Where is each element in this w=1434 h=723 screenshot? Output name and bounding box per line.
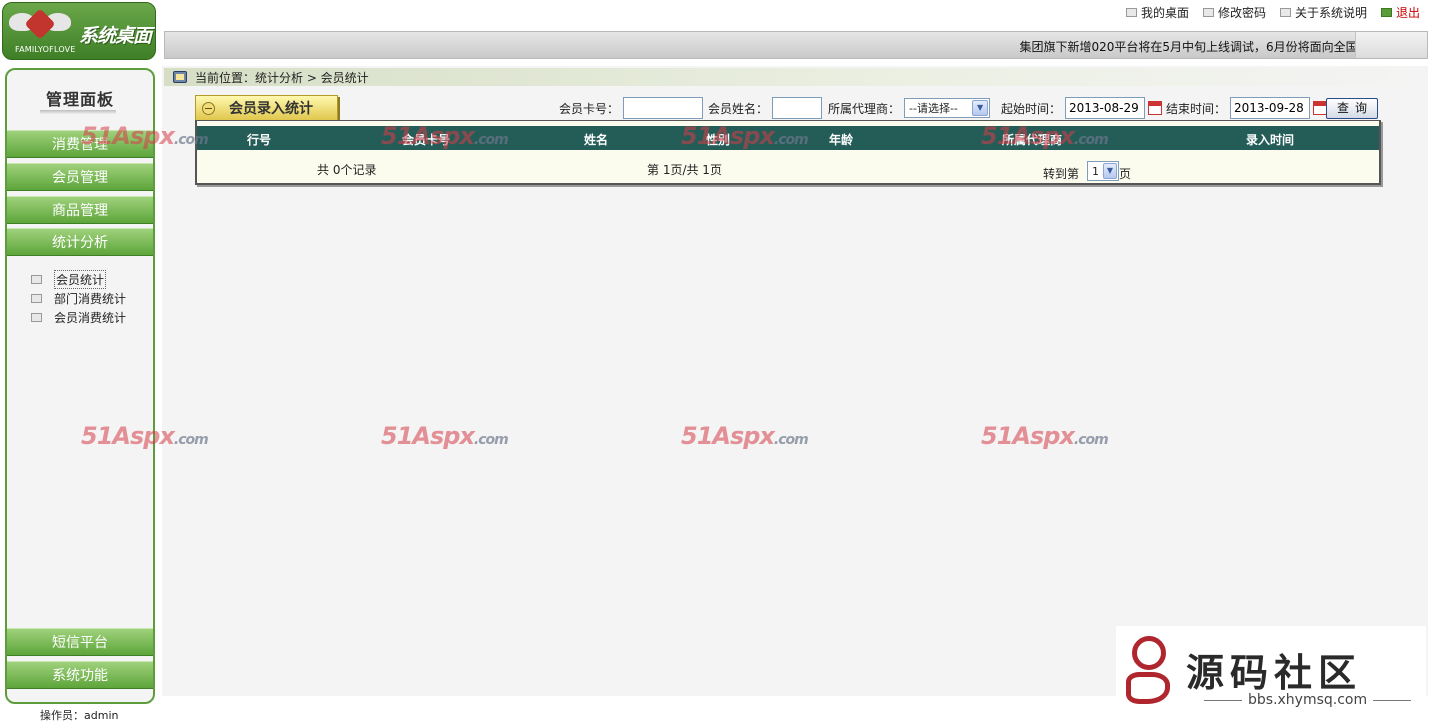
column-header-name[interactable]: 姓名	[584, 131, 608, 148]
goto-page-suffix: 页	[1119, 167, 1132, 181]
app-window: FAMILYOFLOVE 系统桌面 我的桌面 修改密码 关于系统说明 退出 集团…	[0, 0, 1434, 723]
announcement-bar: 集团旗下新增020平台将在5月中旬上线调试，6月份将面向全国推广。i	[164, 31, 1428, 59]
link-my-desktop[interactable]: 我的桌面	[1125, 4, 1189, 21]
agent-label: 所属代理商：	[828, 101, 901, 116]
card-number-label: 会员卡号：	[559, 101, 620, 116]
department-stats-icon	[31, 294, 42, 303]
location-icon	[173, 71, 187, 83]
menu-sms-platform[interactable]: 短信平台	[7, 628, 153, 656]
statistics-submenu: 会员统计 部门消费统计 会员消费统计	[31, 270, 126, 327]
record-count: 共 0个记录	[317, 163, 377, 177]
watermark: 51Aspx.com	[681, 122, 809, 150]
member-name-field-group: 会员姓名：	[708, 97, 823, 119]
corner-logo-title: 源码社区	[1186, 651, 1363, 695]
desktop-icon	[1125, 7, 1137, 17]
submenu-department-stats[interactable]: 部门消费统计	[31, 289, 126, 308]
announcement-text: 集团旗下新增020平台将在5月中旬上线调试，6月份将面向全国推广。i	[1019, 40, 1397, 54]
operator-label: 操作员：admin	[40, 709, 119, 722]
page-info: 第 1页/共 1页	[647, 163, 722, 177]
chevron-down-icon: ▼	[1103, 163, 1117, 179]
goto-page-select[interactable]: 1 ▼	[1087, 161, 1119, 181]
sidebar-title-underline	[40, 110, 116, 114]
breadcrumb: 当前位置：统计分析 > 会员统计	[164, 68, 1428, 86]
goto-page-label: 转到第	[1043, 167, 1080, 181]
section-tab[interactable]: 会员录入统计	[195, 95, 338, 121]
start-date-label: 起始时间：	[1001, 101, 1062, 116]
chevron-down-icon: ▼	[972, 100, 989, 116]
collapse-icon[interactable]	[202, 101, 215, 115]
column-header-age[interactable]: 年龄	[829, 131, 853, 148]
logo-title: 系统桌面	[79, 25, 152, 47]
watermark: 51Aspx.com	[981, 422, 1109, 450]
watermark: 51Aspx.com	[381, 122, 509, 150]
corner-logo-url: bbs.xhymsq.com	[1198, 692, 1417, 708]
menu-members[interactable]: 会员管理	[7, 163, 153, 191]
end-date-label: 结束时间：	[1166, 101, 1227, 116]
seal-icon	[1126, 636, 1172, 706]
column-header-row-number[interactable]: 行号	[247, 131, 271, 148]
app-logo[interactable]: FAMILYOFLOVE 系统桌面	[2, 2, 156, 60]
watermark: 51Aspx.com	[81, 122, 209, 150]
end-date-input[interactable]	[1230, 97, 1311, 119]
member-name-input[interactable]	[772, 97, 823, 119]
password-icon	[1202, 7, 1214, 17]
submenu-member-stats[interactable]: 会员统计	[31, 270, 126, 289]
query-button-wrap: 查询	[1326, 97, 1378, 119]
member-name-label: 会员姓名：	[708, 101, 769, 116]
query-button[interactable]: 查询	[1326, 97, 1378, 119]
menu-system-functions[interactable]: 系统功能	[7, 661, 153, 689]
sidebar: 管理面板 消费管理 会员管理 商品管理 统计分析 会员统计 部门消费统计 会员消…	[5, 68, 155, 704]
agent-field-group: 所属代理商： --请选择-- ▼	[828, 97, 991, 119]
breadcrumb-text: 当前位置：统计分析 > 会员统计	[195, 70, 369, 85]
logo-subtitle: FAMILYOFLOVE	[15, 45, 76, 54]
link-change-password[interactable]: 修改密码	[1202, 4, 1266, 21]
link-about-system[interactable]: 关于系统说明	[1279, 4, 1367, 21]
column-header-entry-time[interactable]: 录入时间	[1246, 131, 1294, 148]
section-title: 会员录入统计	[229, 101, 313, 117]
corner-site-logo: 源码社区 bbs.xhymsq.com	[1116, 626, 1426, 718]
info-icon	[1279, 7, 1291, 17]
menu-products[interactable]: 商品管理	[7, 196, 153, 224]
calendar-icon[interactable]	[1313, 101, 1328, 115]
submenu-member-consumption-stats[interactable]: 会员消费统计	[31, 308, 126, 327]
member-stats-icon	[31, 275, 42, 284]
watermark: 51Aspx.com	[381, 422, 509, 450]
table-pager: 共 0个记录 第 1页/共 1页 转到第 1 ▼ 页	[197, 157, 1379, 181]
member-consumption-icon	[31, 313, 42, 322]
start-date-input[interactable]	[1065, 97, 1146, 119]
link-logout[interactable]: 退出	[1380, 4, 1420, 21]
sidebar-title: 管理面板	[45, 90, 114, 109]
card-number-field-group: 会员卡号：	[559, 97, 704, 119]
card-number-input[interactable]	[623, 97, 704, 119]
top-links: 我的桌面 修改密码 关于系统说明 退出	[1125, 3, 1420, 21]
watermark: 51Aspx.com	[681, 422, 809, 450]
menu-statistics[interactable]: 统计分析	[7, 228, 153, 256]
start-date-field-group: 起始时间：	[1001, 97, 1163, 119]
announcement-bar-end	[1355, 32, 1427, 58]
agent-select[interactable]: --请选择-- ▼	[904, 98, 991, 118]
calendar-icon[interactable]	[1148, 101, 1163, 115]
logout-icon	[1380, 7, 1392, 17]
end-date-field-group: 结束时间：	[1166, 97, 1328, 119]
watermark: 51Aspx.com	[81, 422, 209, 450]
main-content: 当前位置：统计分析 > 会员统计 会员录入统计 会员卡号： 会员姓名： 所属代理…	[162, 66, 1428, 696]
watermark: 51Aspx.com	[981, 122, 1109, 150]
